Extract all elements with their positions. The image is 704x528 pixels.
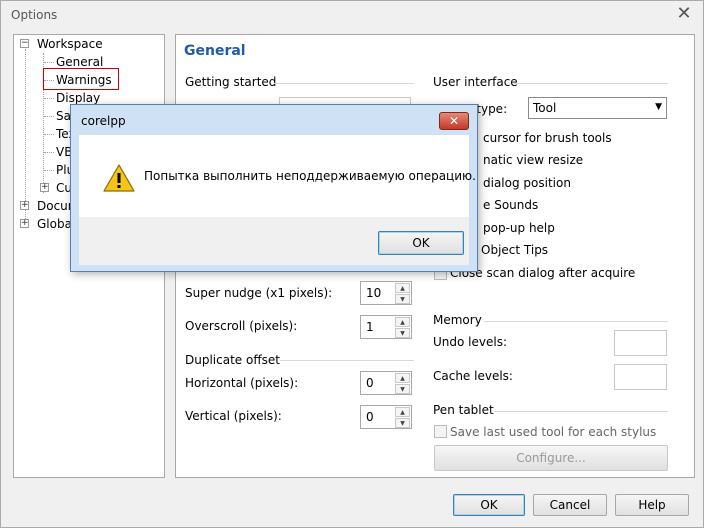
spin-down-icon[interactable]: ▼ (395, 294, 410, 304)
tree-item-warnings[interactable]: Warnings (56, 71, 112, 89)
tree-item-label: Workspace (37, 37, 103, 51)
spin-down-icon[interactable]: ▼ (395, 384, 410, 394)
memory-heading: Memory (433, 313, 482, 327)
tree-line (44, 98, 54, 99)
expand-icon[interactable]: + (20, 219, 29, 228)
horizontal-label: Horizontal (pixels): (185, 376, 299, 390)
vertical-value: 0 (366, 410, 374, 424)
window-title: Options (11, 8, 58, 22)
save-last-tool-checkbox[interactable] (434, 425, 447, 438)
collapse-icon[interactable]: − (20, 39, 29, 48)
super-nudge-value: 10 (366, 286, 382, 300)
close-icon[interactable]: ✕ (439, 112, 469, 130)
tree-line (25, 49, 26, 225)
dialog-message: Попытка выполнить неподдерживаемую опера… (144, 169, 476, 183)
close-icon[interactable]: ✕ (673, 4, 695, 24)
horizontal-value: 0 (366, 376, 374, 390)
error-dialog: corelpp ✕ Попытка выполнить неподдержива… (70, 104, 478, 272)
cursor-type-select[interactable]: Tool ▼ (528, 97, 667, 119)
vertical-label: Vertical (pixels): (185, 409, 282, 423)
spin-up-icon[interactable]: ▲ (395, 373, 410, 383)
chevron-down-icon: ▼ (655, 102, 662, 112)
page-title: General (184, 43, 246, 59)
ok-button[interactable]: OK (453, 494, 525, 516)
pen-tablet-heading: Pen tablet (433, 403, 494, 417)
divider (514, 83, 668, 84)
option-dialog-position[interactable]: dialog position (483, 176, 571, 190)
warning-icon (103, 164, 135, 192)
option-sounds[interactable]: e Sounds (483, 198, 538, 212)
spin-up-icon[interactable]: ▲ (395, 407, 410, 417)
cache-levels-label: Cache levels: (433, 369, 513, 383)
dialog-footer: OK (79, 217, 469, 265)
vertical-stepper[interactable]: 0 ▲ ▼ (360, 405, 412, 429)
dialog-ok-button[interactable]: OK (378, 231, 464, 255)
divider (280, 360, 414, 361)
option-popup-help[interactable]: pop-up help (483, 221, 555, 235)
spin-up-icon[interactable]: ▲ (395, 317, 410, 327)
getting-started-heading: Getting started (185, 75, 277, 89)
user-interface-heading: User interface (433, 75, 518, 89)
undo-levels-input[interactable] (614, 330, 667, 356)
save-last-tool-label: Save last used tool for each stylus (450, 425, 657, 439)
super-nudge-label: Super nudge (x1 pixels): (185, 286, 333, 300)
help-button[interactable]: Help (615, 494, 689, 516)
dialog-body: Попытка выполнить неподдерживаемую опера… (79, 135, 476, 265)
spin-up-icon[interactable]: ▲ (395, 283, 410, 293)
spin-down-icon[interactable]: ▼ (395, 418, 410, 428)
divider (494, 411, 668, 412)
configure-button[interactable]: Configure... (434, 445, 668, 471)
cancel-button[interactable]: Cancel (533, 494, 607, 516)
undo-levels-label: Undo levels: (433, 335, 507, 349)
spin-down-icon[interactable]: ▼ (395, 328, 410, 338)
expand-icon[interactable]: + (20, 201, 29, 210)
divider (484, 321, 668, 322)
tree-line (44, 170, 54, 171)
divider (274, 83, 414, 84)
overscroll-label: Overscroll (pixels): (185, 319, 298, 333)
tree-line (44, 134, 54, 135)
option-object-tips[interactable]: Object Tips (481, 243, 548, 257)
title-bar: Options ✕ (1, 1, 703, 31)
tree-line (44, 152, 54, 153)
expand-icon[interactable]: + (40, 183, 49, 192)
tree-line (44, 116, 54, 117)
option-cursor-brush[interactable]: cursor for brush tools (483, 131, 612, 145)
cache-levels-input[interactable] (614, 364, 667, 390)
option-auto-view-resize[interactable]: natic view resize (483, 153, 583, 167)
tree-line (44, 62, 54, 63)
overscroll-stepper[interactable]: 1 ▲ ▼ (360, 315, 412, 339)
cursor-type-value: Tool (533, 101, 557, 115)
horizontal-stepper[interactable]: 0 ▲ ▼ (360, 371, 412, 395)
dialog-title: corelpp (81, 114, 126, 128)
overscroll-value: 1 (366, 320, 374, 334)
super-nudge-stepper[interactable]: 10 ▲ ▼ (360, 281, 412, 305)
duplicate-offset-heading: Duplicate offset (185, 353, 280, 367)
